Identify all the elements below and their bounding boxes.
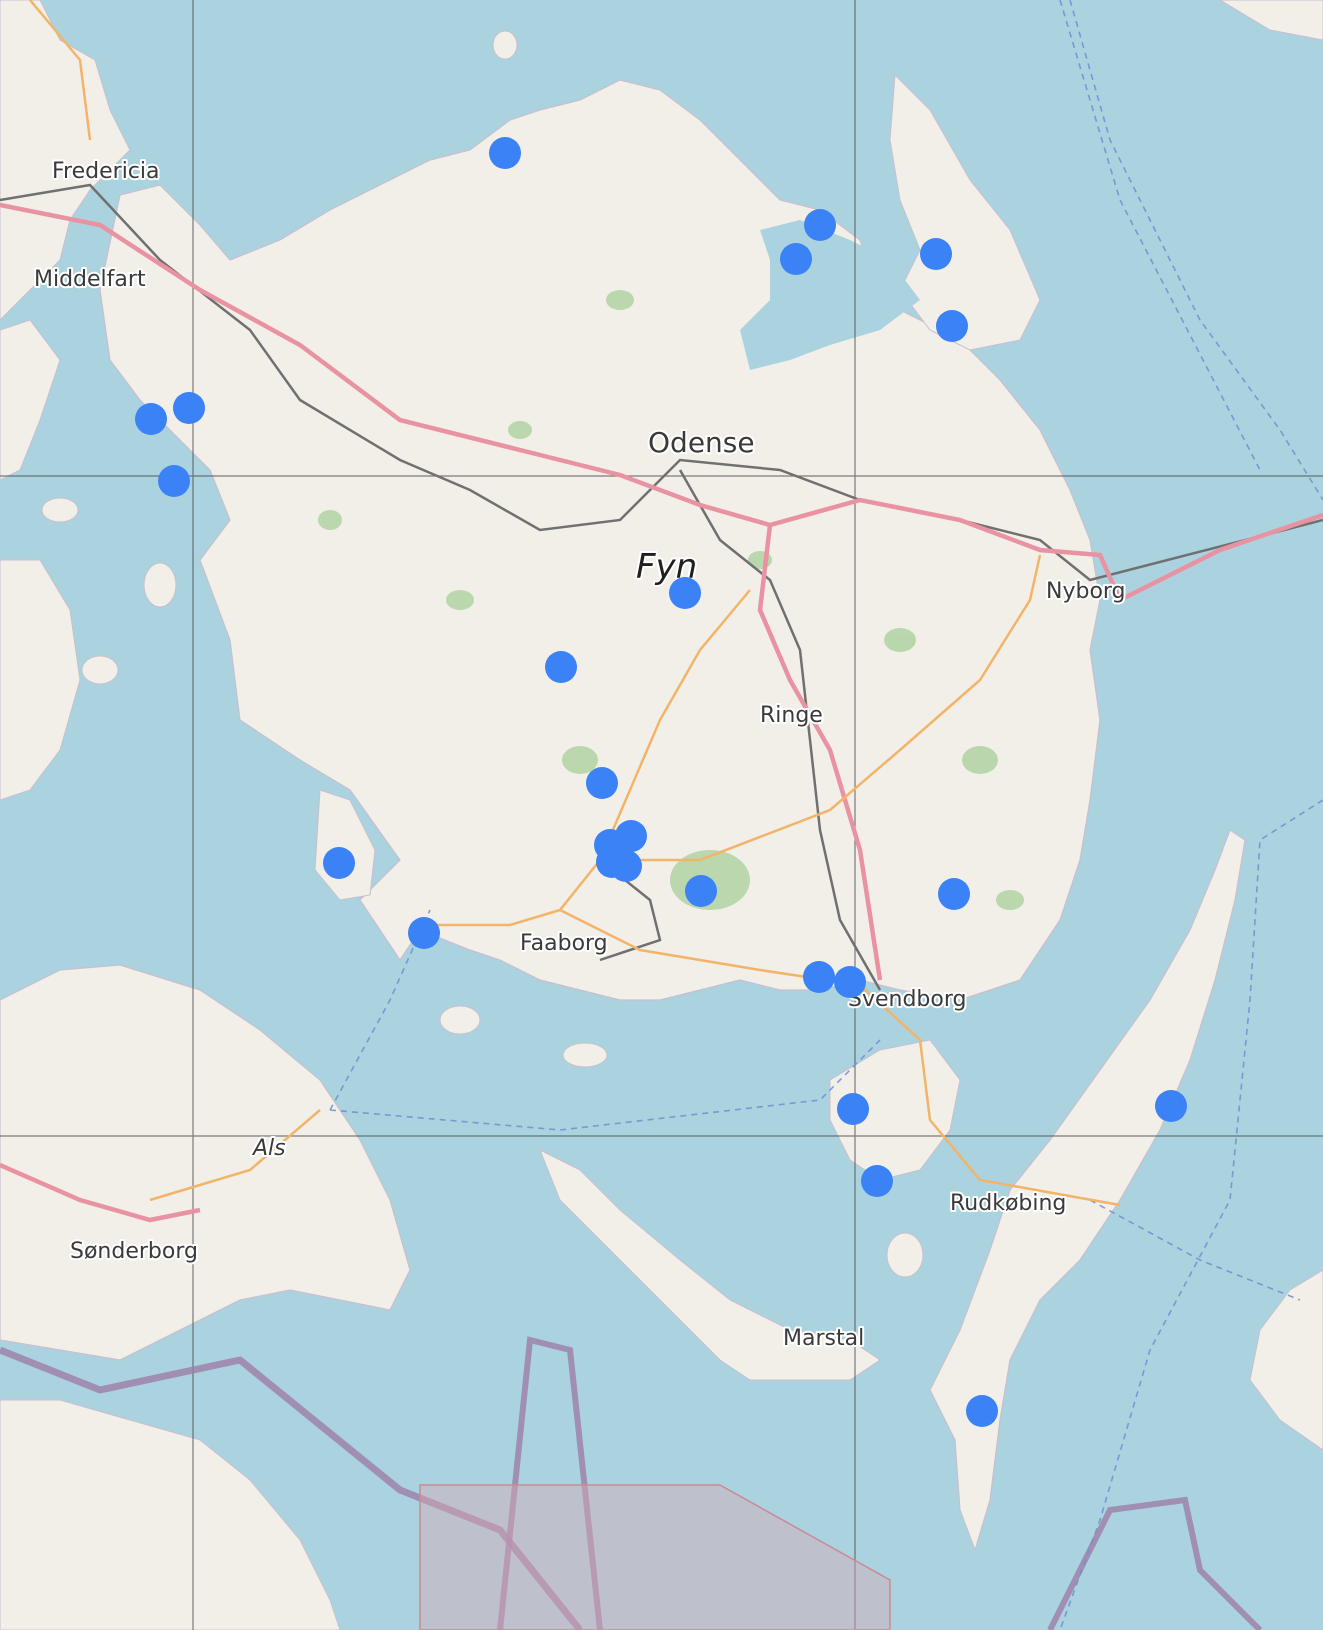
location-marker[interactable] [173,392,205,424]
islet-3 [886,1232,924,1278]
location-marker[interactable] [158,465,190,497]
location-marker[interactable] [135,403,167,435]
location-marker[interactable] [861,1165,893,1197]
location-marker[interactable] [837,1093,869,1125]
location-marker[interactable] [685,875,717,907]
location-marker[interactable] [545,651,577,683]
location-marker[interactable] [323,847,355,879]
location-marker[interactable] [938,878,970,910]
location-marker[interactable] [669,577,701,609]
label-sonderborg: Sønderborg [70,1239,198,1264]
islet-5 [143,562,177,608]
map-view[interactable]: Fredericia Middelfart Odense Fyn Nyborg … [0,0,1323,1630]
label-odense: Odense [648,426,755,459]
location-marker[interactable] [408,917,440,949]
islet-7 [492,30,518,60]
location-marker[interactable] [936,310,968,342]
location-marker[interactable] [586,767,618,799]
map-canvas[interactable]: Fredericia Middelfart Odense Fyn Nyborg … [0,0,1323,1630]
label-nyborg: Nyborg [1046,579,1126,604]
islet-1 [439,1005,481,1035]
islet-4 [41,497,79,523]
label-fredericia: Fredericia [52,159,160,184]
islet-6 [81,655,119,685]
location-marker[interactable] [1155,1090,1187,1122]
location-marker[interactable] [489,137,521,169]
label-middelfart: Middelfart [34,267,146,292]
label-faaborg: Faaborg [520,931,608,956]
label-svendborg: Svendborg [848,987,966,1012]
label-rudkobing: Rudkøbing [950,1191,1066,1216]
islet-2 [562,1042,608,1068]
label-als: Als [251,1136,286,1161]
location-marker[interactable] [920,238,952,270]
location-marker[interactable] [803,961,835,993]
label-marstal: Marstal [783,1326,864,1351]
location-marker[interactable] [610,850,642,882]
location-marker[interactable] [966,1395,998,1427]
location-marker[interactable] [804,209,836,241]
location-marker[interactable] [780,243,812,275]
label-ringe: Ringe [760,703,823,728]
location-marker[interactable] [834,966,866,998]
